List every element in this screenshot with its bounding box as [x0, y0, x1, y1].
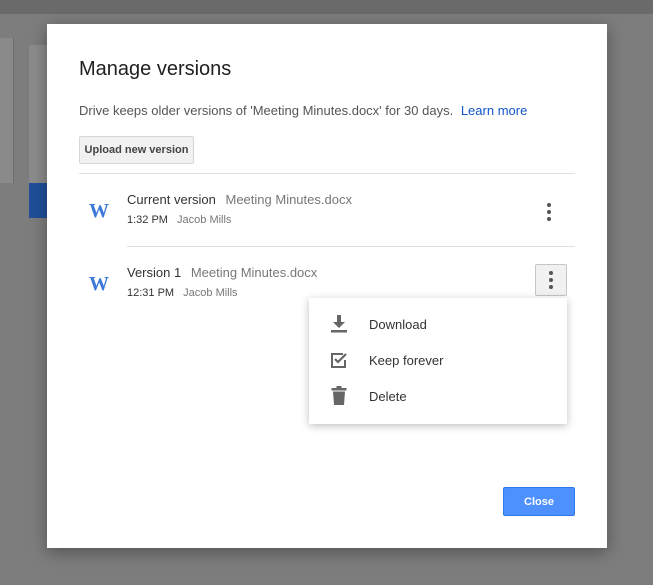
download-icon	[329, 314, 349, 334]
divider	[127, 246, 575, 247]
version-options-menu: Download Keep forever Delete	[309, 298, 567, 424]
more-options-button[interactable]	[533, 196, 565, 228]
more-options-button[interactable]	[535, 264, 567, 296]
upload-new-version-button[interactable]: Upload new version	[79, 136, 194, 164]
version-name: Current version	[127, 192, 216, 207]
version-filename: Meeting Minutes.docx	[225, 192, 352, 207]
more-vert-icon	[549, 271, 553, 289]
background-topbar	[0, 0, 653, 14]
menu-item-download[interactable]: Download	[309, 306, 567, 342]
version-time: 12:31 PM	[127, 287, 175, 299]
menu-item-keep-forever[interactable]: Keep forever	[309, 342, 567, 378]
version-meta: 12:31 PM Jacob Mills	[127, 287, 238, 299]
version-name: Version 1	[127, 265, 182, 280]
learn-more-link[interactable]: Learn more	[461, 103, 527, 118]
version-user: Jacob Mills	[183, 287, 238, 299]
menu-item-label: Keep forever	[369, 352, 444, 368]
manage-versions-dialog: Manage versions Drive keeps older versio…	[47, 24, 607, 548]
checkbox-checked-icon	[329, 350, 349, 370]
menu-item-delete[interactable]: Delete	[309, 378, 567, 414]
background-panel	[0, 38, 14, 183]
menu-item-label: Delete	[369, 388, 407, 404]
version-row: W Current version Meeting Minutes.docx 1…	[79, 184, 575, 244]
word-doc-icon: W	[89, 200, 109, 222]
dialog-description: Drive keeps older versions of 'Meeting M…	[79, 103, 527, 118]
description-text: Drive keeps older versions of 'Meeting M…	[79, 103, 454, 118]
menu-item-label: Download	[369, 316, 427, 332]
version-time: 1:32 PM	[127, 214, 168, 226]
close-button[interactable]: Close	[503, 487, 575, 516]
version-meta: 1:32 PM Jacob Mills	[127, 214, 231, 226]
version-title: Version 1 Meeting Minutes.docx	[127, 265, 317, 280]
word-doc-icon: W	[89, 273, 109, 295]
background-panel	[29, 45, 49, 183]
more-vert-icon	[547, 203, 551, 221]
divider	[79, 173, 575, 174]
trash-icon	[329, 386, 349, 406]
background-button	[29, 183, 49, 218]
version-title: Current version Meeting Minutes.docx	[127, 192, 352, 207]
version-filename: Meeting Minutes.docx	[190, 265, 318, 280]
version-user: Jacob Mills	[177, 214, 232, 226]
dialog-title: Manage versions	[79, 58, 232, 80]
